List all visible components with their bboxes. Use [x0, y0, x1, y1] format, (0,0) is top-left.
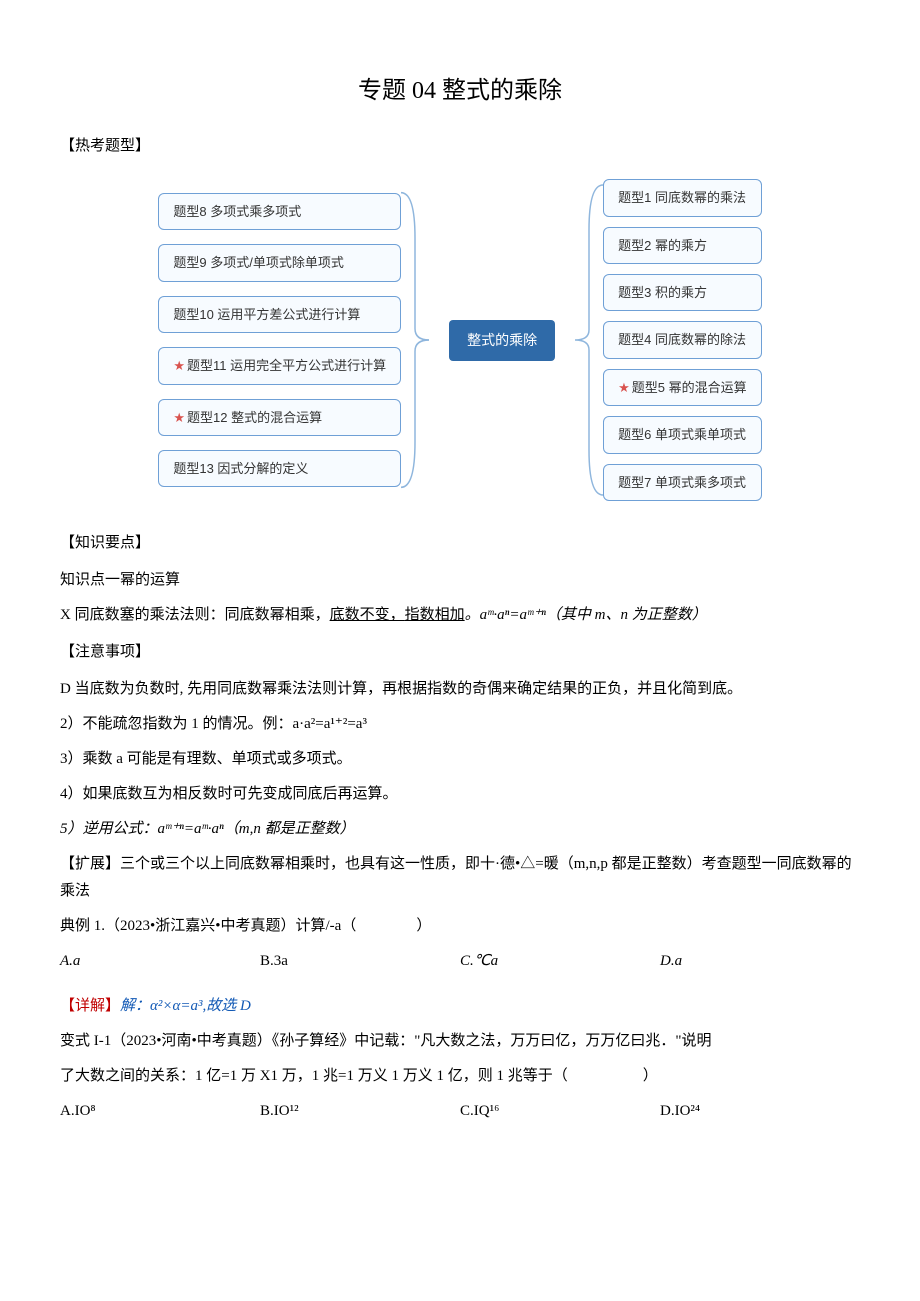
- example1-options: A.a B.3a C.℃a D.a: [60, 948, 860, 975]
- diagram-node: 题型3 积的乘方: [603, 274, 762, 311]
- opt-d: D.a: [660, 948, 860, 975]
- rule1-pre: X 同底数塞的乘法法则：同底数幂相乘，: [60, 607, 330, 623]
- notes-label: 【注意事项】: [60, 639, 860, 666]
- opt-c: C.℃a: [460, 948, 660, 975]
- diagram-node-label: 题型10 运用平方差公式进行计算: [173, 307, 360, 322]
- diagram-node: 题型9 多项式/单项式除单项式: [158, 244, 401, 281]
- diagram-node: ★题型5 幂的混合运算: [603, 369, 762, 406]
- diagram-node: 题型1 同底数幂的乘法: [603, 179, 762, 216]
- extend-block: 【扩展】三个或三个以上同底数幂相乘时，也具有这一性质，即十·德•△=暖（m,n,…: [60, 851, 860, 905]
- diagram-node-label: 题型7 单项式乘多项式: [618, 475, 746, 490]
- detail-line: 【详解】解：α²×α=a³,故选 D: [60, 993, 860, 1020]
- example2-stem-a: 变式 I-1（2023•河南•中考真题）《孙子算经》中记载："凡大数之法，万万曰…: [60, 1028, 860, 1055]
- detail-text: 解：α²×α=a³,故选 D: [120, 998, 251, 1014]
- diagram-node: 题型7 单项式乘多项式: [603, 464, 762, 501]
- rule-1: X 同底数塞的乘法法则：同底数幂相乘，底数不变，指数相加。aᵐ·aⁿ=aᵐ⁺ⁿ（…: [60, 602, 860, 629]
- detail-label: 【详解】: [60, 998, 120, 1014]
- diagram-node: 题型2 幂的乘方: [603, 227, 762, 264]
- rule1-post: 。aᵐ·aⁿ=aᵐ⁺ⁿ（其中 m、n 为正整数）: [465, 607, 707, 623]
- star-icon: ★: [173, 358, 185, 373]
- diagram-node-label: 题型11 运用完全平方公式进行计算: [187, 358, 386, 373]
- example1-stem: 典例 1.（2023•浙江嘉兴•中考真题）计算/-a（ ）: [60, 913, 860, 940]
- diagram-node: 题型4 同底数幂的除法: [603, 321, 762, 358]
- opt2-a: A.IO⁸: [60, 1098, 260, 1125]
- opt2-d: D.IO²⁴: [660, 1098, 860, 1125]
- knowledge-point-title: 知识点一幂的运算: [60, 567, 860, 594]
- note-2: 2）不能疏忽指数为 1 的情况。例：a·a²=a¹⁺²=a³: [60, 711, 860, 738]
- example2-stem-b: 了大数之间的关系：1 亿=1 万 X1 万，1 兆=1 万义 1 万义 1 亿，…: [60, 1063, 860, 1090]
- example2-options: A.IO⁸ B.IO¹² C.IQ¹⁶ D.IO²⁴: [60, 1098, 860, 1125]
- opt2-b: B.IO¹²: [260, 1098, 460, 1125]
- diagram-node-label: 题型6 单项式乘单项式: [618, 427, 746, 442]
- key-points-label: 【知识要点】: [60, 530, 860, 557]
- diagram-node-label: 题型13 因式分解的定义: [173, 461, 308, 476]
- center-node: 整式的乘除: [449, 320, 555, 361]
- diagram-node: ★题型11 运用完全平方公式进行计算: [158, 347, 401, 384]
- extend-label: 【扩展】: [60, 856, 120, 872]
- opt-a: A.a: [60, 948, 260, 975]
- diagram-node-label: 题型4 同底数幂的除法: [618, 332, 746, 347]
- star-icon: ★: [173, 410, 185, 425]
- opt2-c: C.IQ¹⁶: [460, 1098, 660, 1125]
- bracket-right: [575, 170, 603, 510]
- bracket-left: [401, 170, 429, 510]
- diagram-node-label: 题型2 幂的乘方: [618, 238, 707, 253]
- note-1: D 当底数为负数时, 先用同底数幂乘法法则计算，再根据指数的奇偶来确定结果的正负…: [60, 676, 860, 703]
- hot-types-label: 【热考题型】: [60, 133, 860, 160]
- note-5: 5）逆用公式：aᵐ⁺ⁿ=aᵐ·aⁿ（m,n 都是正整数）: [60, 816, 860, 843]
- diagram-node: 题型13 因式分解的定义: [158, 450, 401, 487]
- extend-text: 三个或三个以上同底数幂相乘时，也具有这一性质，即十·德•△=暖（m,n,p 都是…: [60, 856, 852, 899]
- diagram-node-label: 题型5 幂的混合运算: [632, 380, 747, 395]
- rule1-u1: 底数不变，: [330, 607, 405, 623]
- diagram-node: 题型10 运用平方差公式进行计算: [158, 296, 401, 333]
- note-4: 4）如果底数互为相反数时可先变成同底后再运算。: [60, 781, 860, 808]
- diagram-node-label: 题型3 积的乘方: [618, 285, 707, 300]
- rule1-u2: 指数相加: [405, 607, 465, 623]
- diagram-node: 题型8 多项式乘多项式: [158, 193, 401, 230]
- mindmap-diagram: 题型8 多项式乘多项式题型9 多项式/单项式除单项式题型10 运用平方差公式进行…: [60, 170, 860, 510]
- diagram-node: ★题型12 整式的混合运算: [158, 399, 401, 436]
- diagram-node-label: 题型1 同底数幂的乘法: [618, 190, 746, 205]
- note-3: 3）乘数 a 可能是有理数、单项式或多项式。: [60, 746, 860, 773]
- page-title: 专题 04 整式的乘除: [60, 70, 860, 113]
- star-icon: ★: [618, 380, 630, 395]
- diagram-node-label: 题型12 整式的混合运算: [187, 410, 322, 425]
- opt-b: B.3a: [260, 948, 460, 975]
- diagram-node-label: 题型9 多项式/单项式除单项式: [173, 255, 343, 270]
- diagram-node: 题型6 单项式乘单项式: [603, 416, 762, 453]
- diagram-node-label: 题型8 多项式乘多项式: [173, 204, 301, 219]
